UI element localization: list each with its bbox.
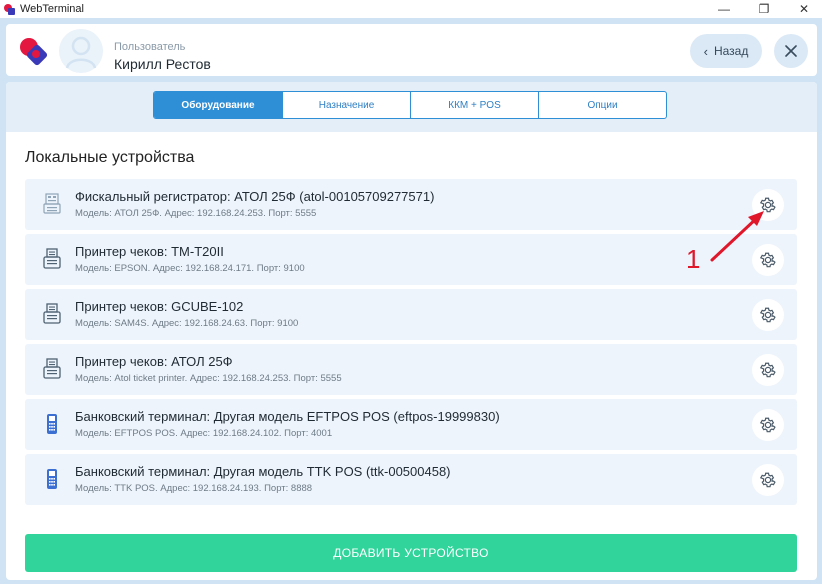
device-settings-button[interactable] xyxy=(752,464,784,496)
section-title: Локальные устройства xyxy=(25,149,195,166)
device-name: Банковский терминал: Другая модель EFTPO… xyxy=(75,409,500,424)
tabs-strip: Оборудование Назначение ККМ + POS Опции xyxy=(6,82,817,132)
brand-logo-icon xyxy=(20,38,49,67)
printer-icon xyxy=(43,358,61,379)
card-terminal-icon xyxy=(47,414,57,434)
device-settings-button[interactable] xyxy=(752,354,784,386)
gear-icon xyxy=(759,362,776,378)
device-details: Модель: АТОЛ 25Ф. Адрес: 192.168.24.253.… xyxy=(75,208,317,219)
tab-options[interactable]: Опции xyxy=(538,92,666,118)
device-name: Принтер чеков: АТОЛ 25Ф xyxy=(75,354,233,369)
device-item: Принтер чеков: TM-T20II Модель: EPSON. А… xyxy=(25,234,797,285)
gear-icon xyxy=(759,307,776,323)
device-details: Модель: TTK POS. Адрес: 192.168.24.193. … xyxy=(75,483,313,494)
device-item: Фискальный регистратор: АТОЛ 25Ф (atol-0… xyxy=(25,179,797,230)
annotation-number: 1 xyxy=(686,244,701,274)
device-details: Модель: EPSON. Адрес: 192.168.24.171. По… xyxy=(75,263,305,274)
tab-group: Оборудование Назначение ККМ + POS Опции xyxy=(153,91,667,119)
printer-icon xyxy=(43,303,61,324)
device-name: Принтер чеков: GCUBE-102 xyxy=(75,299,244,314)
annotation-arrow-icon xyxy=(710,211,764,262)
device-item: Принтер чеков: GCUBE-102 Модель: SAM4S. … xyxy=(25,289,797,340)
app-logo-icon xyxy=(4,3,15,15)
device-name: Принтер чеков: TM-T20II xyxy=(75,244,224,259)
restore-button[interactable]: ❐ xyxy=(746,0,782,18)
device-settings-button[interactable] xyxy=(752,299,784,331)
card-terminal-icon xyxy=(47,469,57,489)
gear-icon xyxy=(759,417,776,433)
close-icon xyxy=(785,45,797,57)
app-frame: Пользователь Кирилл Рестов ‹ Назад Обору… xyxy=(0,18,822,584)
header-bar: Пользователь Кирилл Рестов ‹ Назад xyxy=(6,24,817,76)
device-item: Принтер чеков: АТОЛ 25Ф Модель: Atol tic… xyxy=(25,344,797,395)
close-button[interactable] xyxy=(774,34,808,68)
chevron-left-icon: ‹ xyxy=(703,43,708,59)
device-settings-button[interactable] xyxy=(752,409,784,441)
back-button-label: Назад xyxy=(713,44,749,58)
device-list: Фискальный регистратор: АТОЛ 25Ф (atol-0… xyxy=(25,179,797,509)
window-title: WebTerminal xyxy=(20,3,84,15)
device-details: Модель: SAM4S. Адрес: 192.168.24.63. Пор… xyxy=(75,318,299,329)
fiscal-register-icon xyxy=(43,193,61,214)
device-name: Фискальный регистратор: АТОЛ 25Ф (atol-0… xyxy=(75,189,435,204)
device-item: Банковский терминал: Другая модель TTK P… xyxy=(25,454,797,505)
tab-assignment[interactable]: Назначение xyxy=(282,92,410,118)
device-item: Банковский терминал: Другая модель EFTPO… xyxy=(25,399,797,450)
user-avatar-icon xyxy=(59,29,103,73)
tab-equipment[interactable]: Оборудование xyxy=(154,92,282,118)
device-name: Банковский терминал: Другая модель TTK P… xyxy=(75,464,451,479)
window-titlebar: WebTerminal xyxy=(0,0,822,18)
printer-icon xyxy=(43,248,61,269)
gear-icon xyxy=(759,472,776,488)
back-button[interactable]: ‹ Назад xyxy=(690,34,762,68)
minimize-button[interactable]: — xyxy=(706,0,742,18)
add-device-button[interactable]: ДОБАВИТЬ УСТРОЙСТВО xyxy=(25,534,797,572)
device-details: Модель: EFTPOS POS. Адрес: 192.168.24.10… xyxy=(75,428,333,439)
user-name: Кирилл Рестов xyxy=(114,56,211,72)
user-caption: Пользователь xyxy=(114,41,186,53)
window-close-button[interactable]: ✕ xyxy=(786,0,822,18)
device-details: Модель: Atol ticket printer. Адрес: 192.… xyxy=(75,373,342,384)
main-panel: Оборудование Назначение ККМ + POS Опции … xyxy=(6,82,817,580)
tab-kkm-pos[interactable]: ККМ + POS xyxy=(410,92,538,118)
